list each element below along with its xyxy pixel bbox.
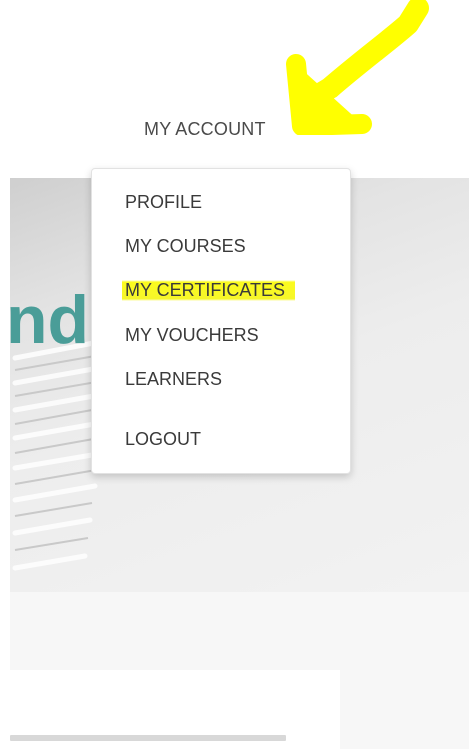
- menu-item-my-certificates[interactable]: MY CERTIFICATES: [122, 280, 296, 301]
- menu-item-profile[interactable]: PROFILE: [125, 192, 202, 213]
- hero-heading-fragment: nd: [10, 282, 90, 358]
- my-account-link[interactable]: MY ACCOUNT: [144, 119, 266, 140]
- annotation-arrow-icon: [286, 0, 429, 135]
- menu-item-learners[interactable]: LEARNERS: [125, 369, 222, 390]
- content-placeholder-bar: [10, 735, 286, 741]
- menu-item-logout[interactable]: LOGOUT: [125, 429, 201, 450]
- account-dropdown-menu: PROFILE MY COURSES MY CERTIFICATES MY VO…: [91, 168, 351, 474]
- menu-item-my-vouchers[interactable]: MY VOUCHERS: [125, 325, 259, 346]
- menu-item-my-courses[interactable]: MY COURSES: [125, 236, 246, 257]
